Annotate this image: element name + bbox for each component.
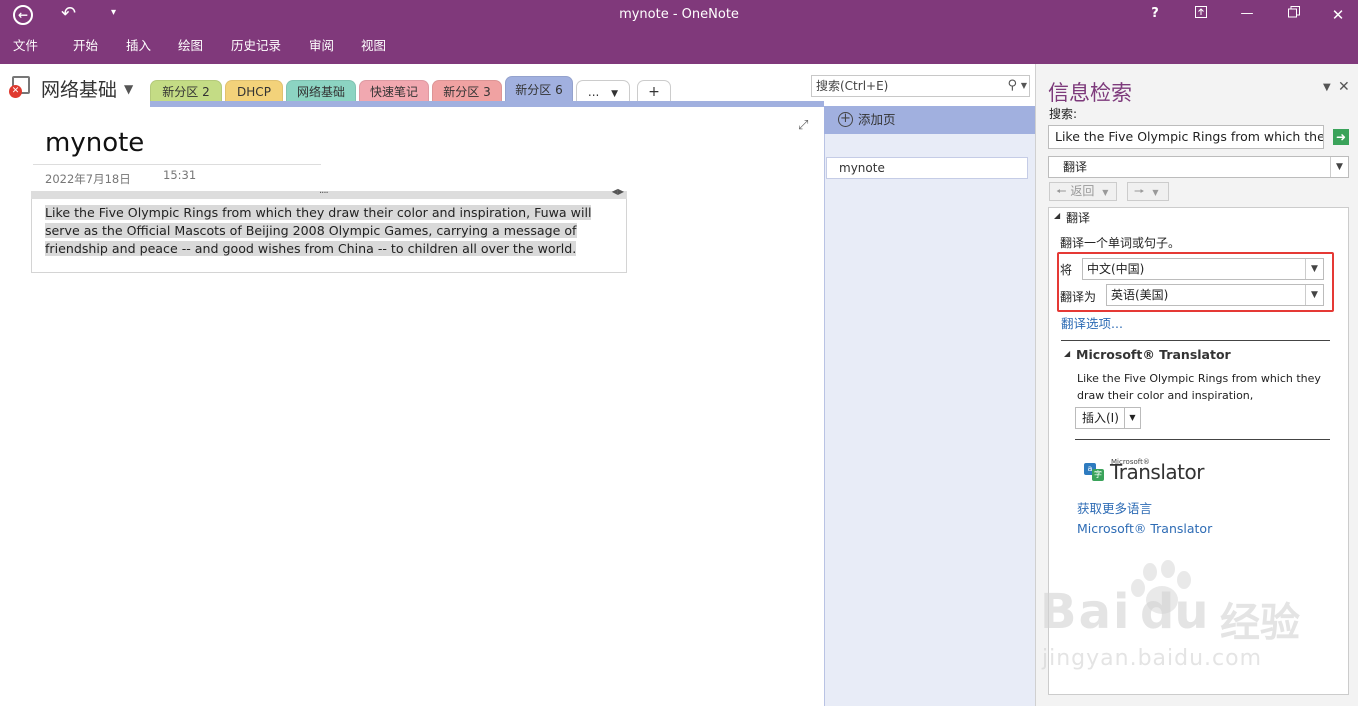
- chevron-down-icon: ▼: [1152, 188, 1159, 197]
- title-divider: [33, 164, 321, 165]
- watermark-url: jingyan.baidu.com: [1042, 646, 1263, 671]
- tab-more-label: ...: [587, 85, 600, 99]
- add-section-button[interactable]: +: [637, 80, 671, 102]
- chevron-down-icon: ▼: [1330, 157, 1348, 177]
- tab-section-6[interactable]: 新分区 6: [505, 76, 573, 103]
- menu-history[interactable]: 历史记录: [231, 35, 281, 54]
- notebook-dropdown-icon[interactable]: ▼: [124, 82, 133, 96]
- research-search-input[interactable]: Like the Five Olympic Rings from which t…: [1048, 125, 1324, 149]
- chevron-down-icon: ▼: [1124, 408, 1140, 428]
- ms-translator-heading[interactable]: Microsoft® Translator: [1076, 347, 1231, 362]
- notebook-icon: ✕: [9, 76, 33, 98]
- search-input[interactable]: 搜索(Ctrl+E) ⚲ ▼: [811, 75, 1030, 97]
- note-body[interactable]: Like the Five Olympic Rings from which t…: [45, 204, 620, 258]
- onenote-window: ← ↶ ▾ mynote - OneNote ? — ✕ 文件 开始 插入 绘图…: [0, 0, 1358, 706]
- watermark-cn: 经验: [1220, 600, 1300, 646]
- page-date: 2022年7月18日: [45, 172, 131, 186]
- back-button[interactable]: 🠔 返回 ▼: [1049, 182, 1117, 201]
- collapse-triangle-icon[interactable]: ◢: [1064, 349, 1070, 358]
- page-title[interactable]: mynote: [45, 128, 144, 158]
- close-icon[interactable]: ✕: [1327, 6, 1349, 24]
- drag-handle-icon[interactable]: ....: [319, 185, 329, 196]
- page-time: 15:31: [163, 168, 197, 182]
- restore-icon[interactable]: [1283, 6, 1305, 22]
- search-icon[interactable]: ⚲: [1007, 76, 1017, 96]
- highlight-box: [1057, 252, 1334, 312]
- search-scope-dropdown-icon[interactable]: ▼: [1021, 76, 1027, 96]
- note-container-handle[interactable]: .... ◀▶: [31, 185, 627, 199]
- add-page-button[interactable]: + 添加页: [824, 106, 1035, 134]
- translate-section-title[interactable]: 翻译: [1066, 209, 1090, 226]
- pane-options-icon[interactable]: ▼: [1323, 82, 1331, 93]
- research-service-select[interactable]: 翻译 ▼: [1048, 156, 1349, 178]
- page-item-mynote[interactable]: mynote: [826, 157, 1028, 179]
- get-more-languages-link[interactable]: 获取更多语言: [1077, 498, 1152, 517]
- translation-result: Like the Five Olympic Rings from which t…: [1077, 372, 1321, 402]
- watermark-brand-2: du: [1140, 584, 1209, 640]
- note-body-text: Like the Five Olympic Rings from which t…: [45, 205, 592, 256]
- back-label: 返回: [1070, 184, 1095, 198]
- forward-button[interactable]: 🠖 ▼: [1127, 182, 1169, 201]
- watermark-brand: Bai: [1040, 584, 1132, 640]
- watermark-logo: Bai du 经验 jingyan.baidu.com: [1040, 560, 1340, 680]
- tab-network-basics[interactable]: 网络基础: [286, 80, 356, 102]
- ribbon-display-icon[interactable]: [1190, 6, 1212, 22]
- collapse-triangle-icon[interactable]: ◢: [1054, 211, 1060, 220]
- divider: [1061, 340, 1330, 341]
- title-bar: ← ↶ ▾ mynote - OneNote ? — ✕ 文件 开始 插入 绘图…: [0, 0, 1358, 64]
- tab-more[interactable]: ... ▼: [576, 80, 630, 102]
- tab-dhcp[interactable]: DHCP: [225, 80, 283, 102]
- help-button[interactable]: ?: [1144, 6, 1166, 21]
- research-service-value: 翻译: [1063, 160, 1088, 174]
- notebook-name[interactable]: 网络基础: [41, 75, 117, 102]
- back-arrow-icon: 🠔: [1056, 184, 1067, 198]
- menu-review[interactable]: 审阅: [309, 35, 334, 54]
- menu-draw[interactable]: 绘图: [178, 35, 203, 54]
- menu-file[interactable]: 文件: [13, 35, 38, 54]
- section-underline: [150, 101, 824, 107]
- translation-options-link[interactable]: 翻译选项...: [1061, 313, 1123, 332]
- pane-close-icon[interactable]: ✕: [1338, 79, 1350, 95]
- search-for-label: 搜索:: [1049, 107, 1078, 121]
- insert-button[interactable]: 插入(I) ▼: [1075, 407, 1141, 429]
- microsoft-translator-link[interactable]: Microsoft® Translator: [1077, 521, 1212, 536]
- tab-quick-notes[interactable]: 快速笔记: [359, 80, 429, 102]
- translate-instruction: 翻译一个单词或句子。: [1060, 236, 1181, 250]
- translator-logo-text: Translator: [1110, 460, 1204, 484]
- expand-icon[interactable]: ⤢: [798, 118, 808, 133]
- translator-logo-icon: a 字: [1084, 461, 1106, 481]
- add-page-label: 添加页: [858, 112, 896, 127]
- minimize-icon[interactable]: —: [1236, 6, 1258, 21]
- divider: [1075, 439, 1330, 440]
- search-placeholder: 搜索(Ctrl+E): [816, 79, 889, 93]
- chevron-down-icon: ▼: [611, 89, 619, 99]
- add-circle-icon: +: [838, 112, 853, 127]
- menu-insert[interactable]: 插入: [126, 35, 151, 54]
- research-pane-title: 信息检索: [1048, 81, 1132, 105]
- start-search-button[interactable]: ➜: [1333, 129, 1349, 145]
- menu-view[interactable]: 视图: [361, 35, 386, 54]
- tab-section-3[interactable]: 新分区 3: [432, 80, 502, 102]
- forward-arrow-icon: 🠖: [1134, 184, 1145, 198]
- tab-section-2[interactable]: 新分区 2: [150, 80, 222, 102]
- resize-handle-icon[interactable]: ◀▶: [612, 187, 624, 196]
- chevron-down-icon: ▼: [1102, 188, 1109, 197]
- insert-label: 插入(I): [1082, 411, 1119, 425]
- page-list-panel: [824, 106, 1035, 706]
- menu-home[interactable]: 开始: [73, 35, 98, 54]
